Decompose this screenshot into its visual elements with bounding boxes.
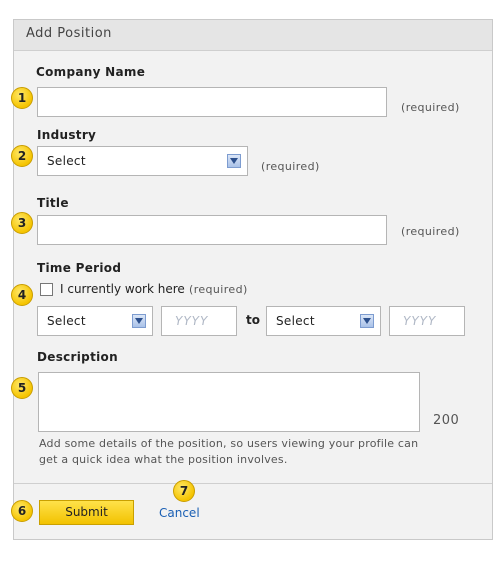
annotation-badge-7: 7 xyxy=(173,480,195,502)
to-label: to xyxy=(246,313,260,327)
submit-button[interactable]: Submit xyxy=(39,500,134,525)
annotation-badge-1: 1 xyxy=(11,87,33,109)
end-year-input[interactable]: YYYY xyxy=(389,306,465,336)
footer-divider xyxy=(14,483,492,484)
cancel-link[interactable]: Cancel xyxy=(159,506,200,520)
time-period-label: Time Period xyxy=(37,261,122,275)
end-month-value: Select xyxy=(276,314,315,328)
start-month-value: Select xyxy=(47,314,86,328)
chevron-down-icon xyxy=(227,154,241,168)
title-input[interactable] xyxy=(37,215,387,245)
description-char-counter: 200 xyxy=(433,413,460,428)
current-work-label: I currently work here xyxy=(60,282,185,296)
title-required-note: (required) xyxy=(401,225,460,238)
description-help-text: Add some details of the position, so use… xyxy=(39,437,419,466)
annotation-badge-5: 5 xyxy=(11,377,33,399)
title-label: Title xyxy=(37,196,69,210)
description-textarea[interactable] xyxy=(38,372,420,432)
company-required-note: (required) xyxy=(401,101,460,114)
company-name-label: Company Name xyxy=(36,65,146,79)
industry-label: Industry xyxy=(37,128,97,142)
industry-selected-value: Select xyxy=(47,154,86,168)
annotation-badge-6: 6 xyxy=(11,500,33,522)
time-period-required-note: (required) xyxy=(189,283,248,296)
end-month-select[interactable]: Select xyxy=(266,306,381,336)
start-month-select[interactable]: Select xyxy=(37,306,153,336)
annotation-badge-2: 2 xyxy=(11,145,33,167)
end-year-placeholder: YYYY xyxy=(403,314,437,328)
panel-title: Add Position xyxy=(26,26,112,41)
current-work-checkbox[interactable] xyxy=(40,283,53,296)
panel-header: Add Position xyxy=(14,20,492,51)
annotation-badge-4: 4 xyxy=(11,284,33,306)
start-year-placeholder: YYYY xyxy=(175,314,209,328)
start-year-input[interactable]: YYYY xyxy=(161,306,237,336)
chevron-down-icon xyxy=(132,314,146,328)
industry-select[interactable]: Select xyxy=(37,146,248,176)
company-name-input[interactable] xyxy=(37,87,387,117)
industry-required-note: (required) xyxy=(261,160,320,173)
description-label: Description xyxy=(37,350,118,364)
annotation-badge-3: 3 xyxy=(11,212,33,234)
chevron-down-icon xyxy=(360,314,374,328)
